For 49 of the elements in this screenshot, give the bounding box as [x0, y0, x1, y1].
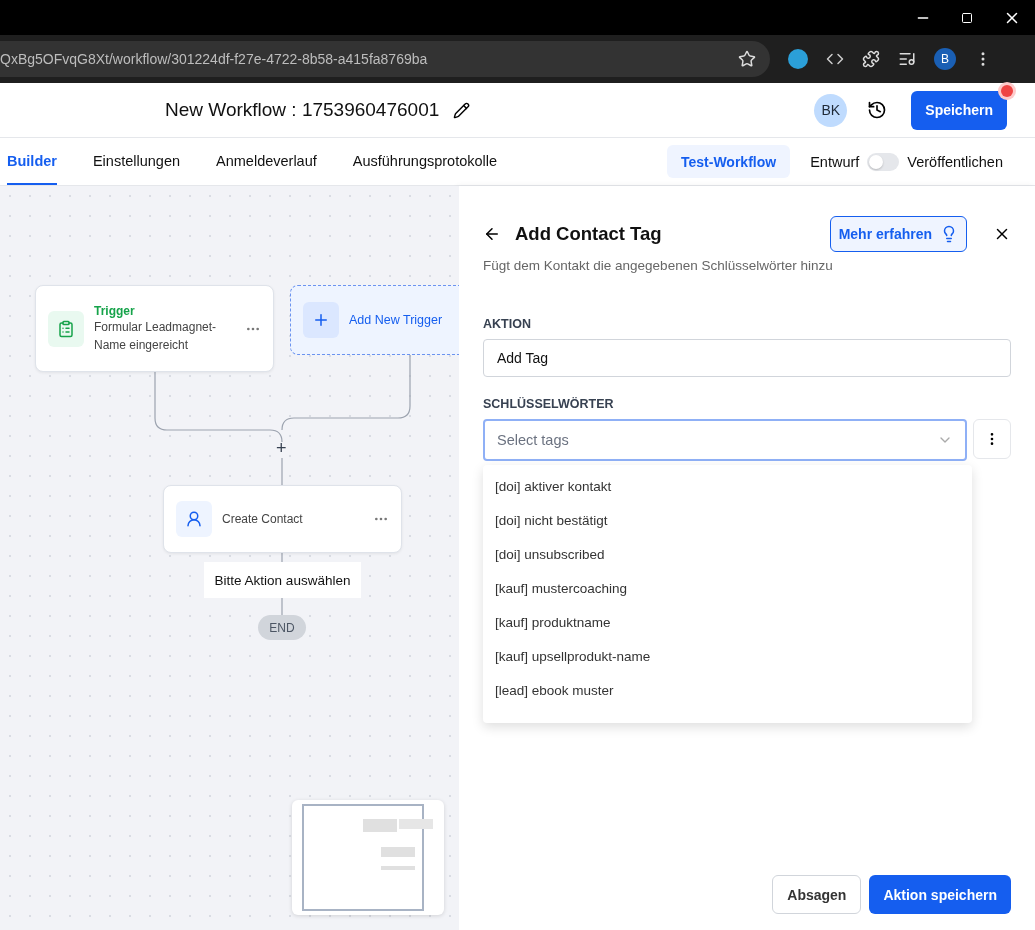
- dropdown-option[interactable]: [lead] ebook muster: [483, 673, 972, 707]
- trigger-node[interactable]: Trigger Formular Leadmagnet-Name eingereicht: [35, 285, 274, 372]
- dropdown-option[interactable]: [doi] nicht bestätigt: [483, 503, 972, 537]
- add-step-button[interactable]: +: [276, 438, 287, 459]
- trigger-title: Trigger: [94, 303, 136, 318]
- dropdown-option[interactable]: [kauf] produktname: [483, 605, 972, 639]
- action-title: Create Contact: [222, 511, 304, 528]
- add-trigger-button[interactable]: Add New Trigger: [290, 285, 459, 355]
- user-avatar[interactable]: BK: [814, 93, 848, 127]
- contact-icon: [185, 510, 203, 528]
- plus-icon: [312, 311, 330, 329]
- save-action-button[interactable]: Aktion speichern: [869, 875, 1011, 914]
- field-label: SCHLÜSSELWÖRTER: [483, 397, 615, 411]
- dropdown-option[interactable]: [doi] aktiver kontakt: [483, 469, 972, 503]
- field-label: AKTION: [483, 317, 532, 331]
- history-icon[interactable]: [867, 100, 888, 120]
- puzzle-icon[interactable]: [862, 50, 880, 68]
- panel-subtitle: Fügt dem Kontakt die angegebenen Schlüsselwörter hinzu: [483, 258, 834, 273]
- cancel-button[interactable]: Absagen: [772, 875, 862, 914]
- end-node: END: [258, 615, 306, 640]
- playlist-icon[interactable]: [898, 50, 916, 68]
- clipboard-icon: [57, 319, 75, 338]
- panel-title: Add Contact Tag: [515, 223, 662, 245]
- publish-label: Veröffentlichen: [907, 153, 1003, 170]
- status-label: Entwurf: [810, 153, 860, 170]
- action-field[interactable]: Add Tag: [483, 339, 1011, 377]
- tab[interactable]: Ausführungsprotokolle: [352, 138, 498, 185]
- maximize-icon[interactable]: [961, 11, 973, 24]
- extension-icon[interactable]: [788, 49, 808, 69]
- tags-select[interactable]: Select tags: [483, 419, 967, 461]
- dropdown-option[interactable]: [kauf] mustercoaching: [483, 571, 972, 605]
- back-icon[interactable]: [483, 225, 501, 243]
- action-node[interactable]: Create Contact: [163, 485, 402, 553]
- url-text: QxBg5OFvqG8Xt/workflow/301224df-f27e-4722-8b58-a415fa8769ba: [0, 51, 428, 67]
- dropdown-option[interactable]: [kauf] upsellprodukt-name: [483, 639, 972, 673]
- action-hint: Bitte Aktion auswählen: [204, 562, 361, 598]
- save-button[interactable]: Speichern: [911, 90, 1007, 130]
- star-icon[interactable]: [738, 50, 756, 68]
- test-workflow-button[interactable]: Test-Workflow: [667, 145, 791, 178]
- trigger-description: Formular Leadmagnet-Name eingereicht: [94, 318, 218, 354]
- profile-avatar[interactable]: B: [934, 48, 956, 70]
- dropdown-option[interactable]: [doi] unsubscribed: [483, 537, 972, 571]
- pencil-icon[interactable]: [453, 101, 471, 119]
- workflow-title: New Workflow : 1753960476001: [165, 99, 440, 121]
- address-bar[interactable]: QxBg5OFvqG8Xt/workflow/301224df-f27e-4722-8b58-a415fa8769ba: [0, 41, 770, 77]
- learn-more-button[interactable]: Mehr erfahren: [829, 216, 967, 252]
- tab[interactable]: Anmeldeverlauf: [216, 138, 317, 185]
- publish-toggle[interactable]: [867, 152, 900, 171]
- tab[interactable]: Einstellungen: [92, 138, 181, 185]
